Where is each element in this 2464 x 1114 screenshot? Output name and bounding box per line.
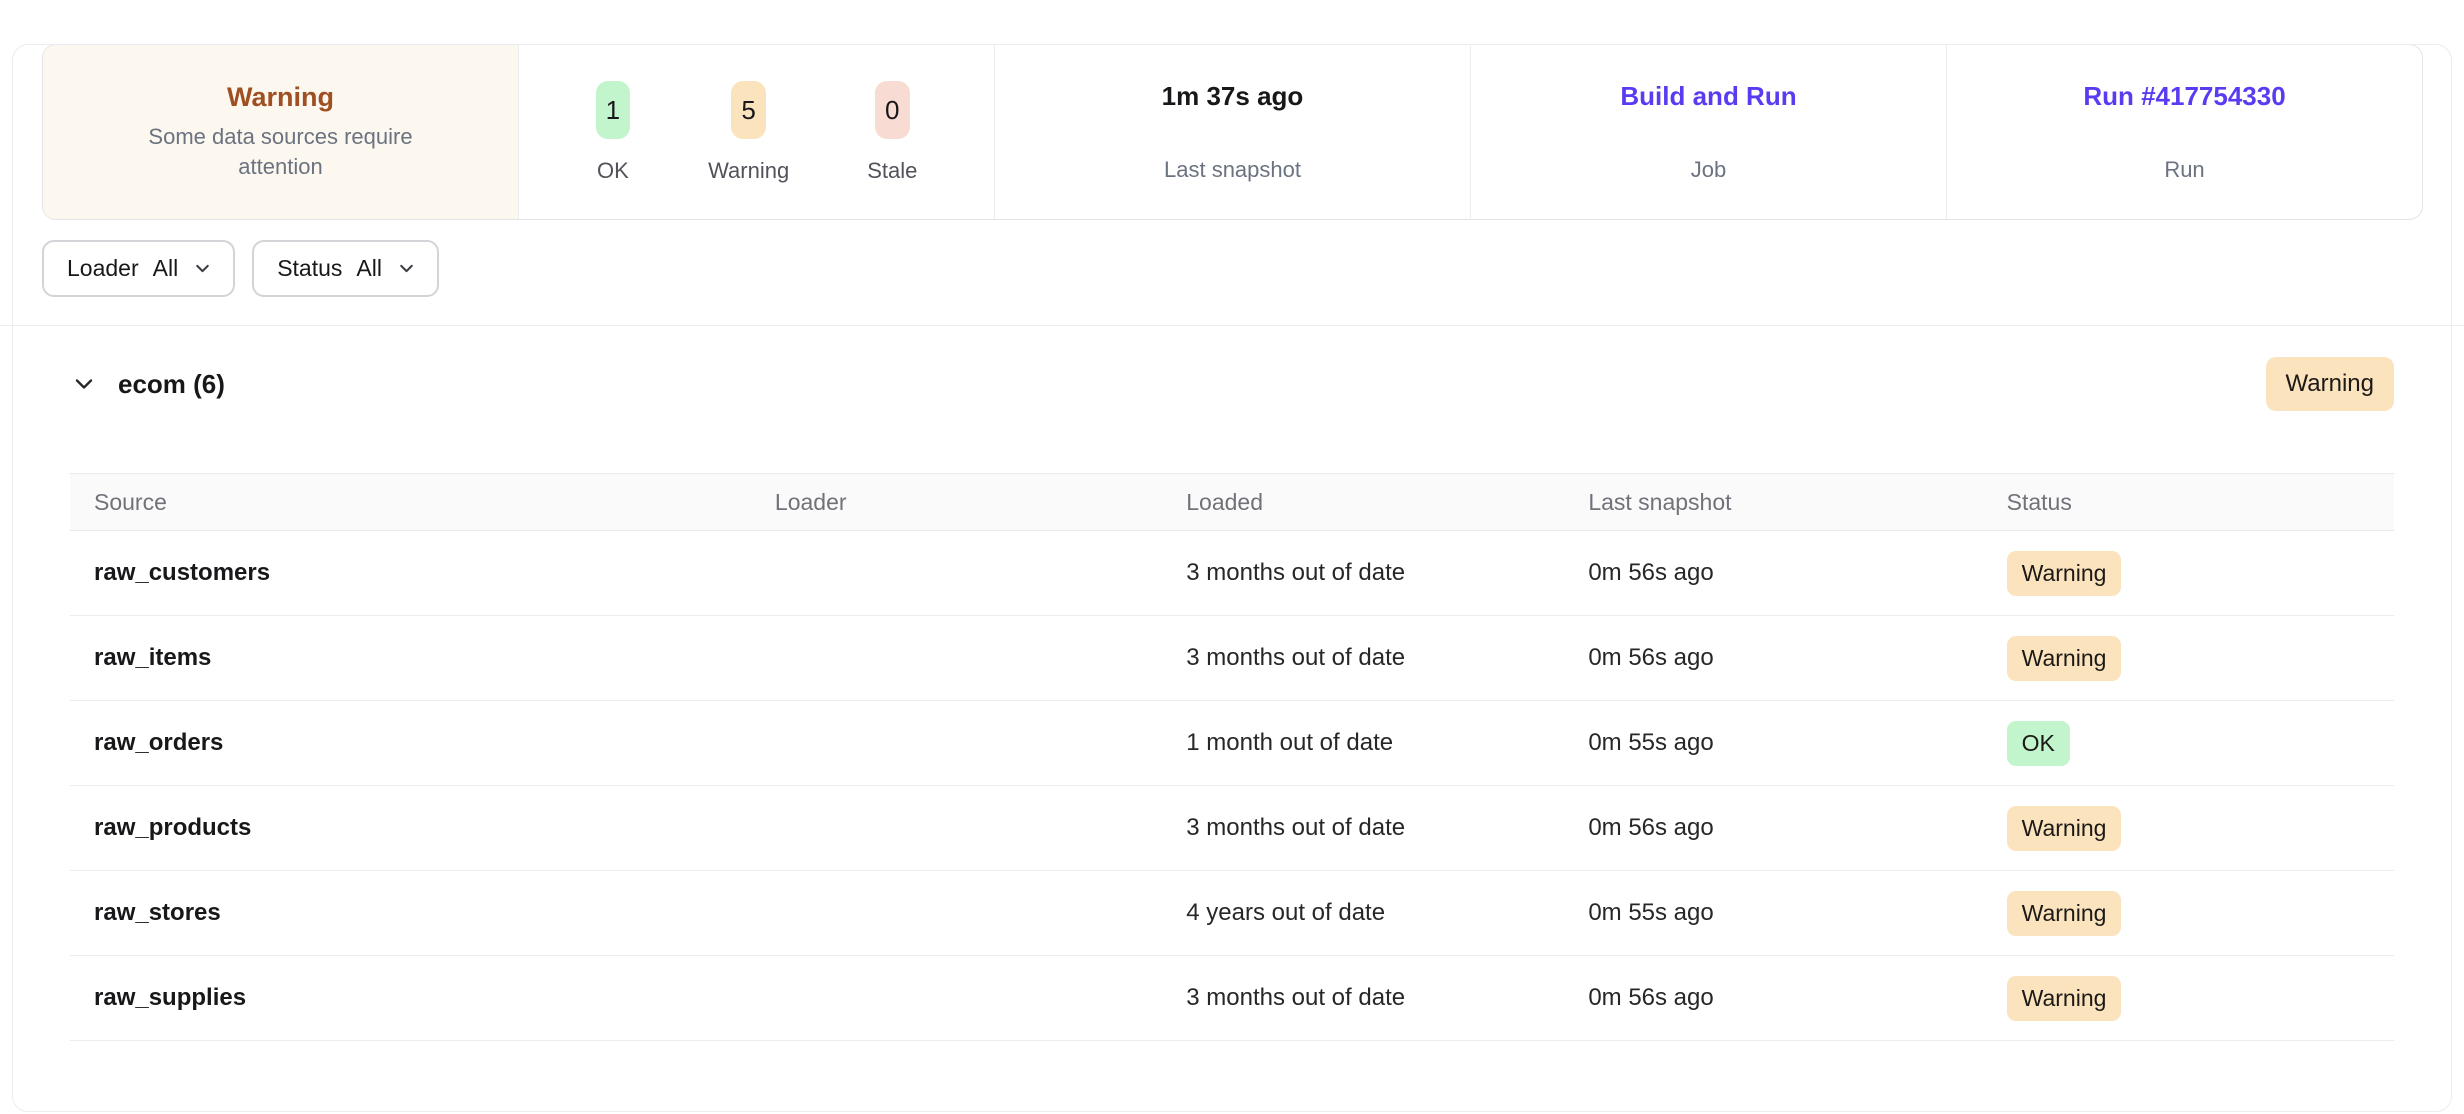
status-cell: Warning <box>1983 531 2394 616</box>
stat-warning-count-badge: 5 <box>731 81 765 139</box>
status-cell: Warning <box>1983 956 2394 1041</box>
filter-bar: Loader All Status All <box>42 240 2422 297</box>
status-cell: Warning <box>1983 786 2394 871</box>
source-name: raw_supplies <box>70 956 751 1041</box>
table-row[interactable]: raw_customers 3 months out of date 0m 56… <box>70 531 2394 616</box>
run-link[interactable]: Run #417754330 <box>2083 81 2285 112</box>
loader-value <box>751 701 1162 786</box>
table-row[interactable]: raw_stores 4 years out of date 0m 55s ag… <box>70 871 2394 956</box>
last-snapshot-card: 1m 37s ago Last snapshot <box>994 45 1470 219</box>
chevron-down-icon <box>192 258 213 279</box>
loader-value <box>751 871 1162 956</box>
source-name: raw_items <box>70 616 751 701</box>
loader-filter-value: All <box>153 255 179 282</box>
last-snapshot-value: 0m 56s ago <box>1564 616 1982 701</box>
status-counts-card: 1 OK 5 Warning 0 Stale <box>518 45 994 219</box>
source-name: raw_products <box>70 786 751 871</box>
run-label: Run <box>2164 157 2204 183</box>
loader-value <box>751 956 1162 1041</box>
stat-ok-label: OK <box>597 158 629 184</box>
status-badge: Warning <box>2007 891 2122 936</box>
summary-card-strip: Warning Some data sources require attent… <box>42 44 2423 220</box>
stat-ok: 1 OK <box>596 81 630 184</box>
chevron-down-icon[interactable] <box>70 370 98 398</box>
column-header-loaded: Loaded <box>1162 474 1564 531</box>
source-name: raw_stores <box>70 871 751 956</box>
status-cell: OK <box>1983 701 2394 786</box>
sources-table: Source Loader Loaded Last snapshot Statu… <box>70 473 2394 1041</box>
table-row[interactable]: raw_products 3 months out of date 0m 56s… <box>70 786 2394 871</box>
stat-warning: 5 Warning <box>708 81 789 184</box>
last-snapshot-value: 0m 56s ago <box>1564 956 1982 1041</box>
stat-warning-label: Warning <box>708 158 789 184</box>
section-divider <box>0 325 2464 326</box>
status-badge: OK <box>2007 721 2070 766</box>
table-row[interactable]: raw_items 3 months out of date 0m 56s ag… <box>70 616 2394 701</box>
chevron-down-icon <box>396 258 417 279</box>
last-snapshot-label: Last snapshot <box>1164 157 1301 183</box>
stat-stale-label: Stale <box>867 158 917 184</box>
group-status-badge: Warning <box>2266 357 2394 411</box>
run-card: Run #417754330 Run <box>1946 45 2422 219</box>
status-badge: Warning <box>2007 976 2122 1021</box>
last-snapshot-value: 0m 56s ago <box>1564 531 1982 616</box>
status-filter-value: All <box>356 255 382 282</box>
loaded-value: 3 months out of date <box>1162 786 1564 871</box>
loader-value <box>751 616 1162 701</box>
stat-stale-count-badge: 0 <box>875 81 909 139</box>
job-link[interactable]: Build and Run <box>1620 81 1796 112</box>
overall-status-title: Warning <box>227 82 334 113</box>
last-snapshot-value: 1m 37s ago <box>1162 81 1304 112</box>
loader-value <box>751 531 1162 616</box>
column-header-loader: Loader <box>751 474 1162 531</box>
last-snapshot-value: 0m 55s ago <box>1564 871 1982 956</box>
status-filter-label: Status <box>277 255 342 282</box>
last-snapshot-value: 0m 55s ago <box>1564 701 1982 786</box>
status-cell: Warning <box>1983 616 2394 701</box>
status-cell: Warning <box>1983 871 2394 956</box>
stat-ok-count-badge: 1 <box>596 81 630 139</box>
loaded-value: 4 years out of date <box>1162 871 1564 956</box>
source-name: raw_orders <box>70 701 751 786</box>
stat-stale: 0 Stale <box>867 81 917 184</box>
group-header-ecom[interactable]: ecom (6) Warning <box>70 357 2394 411</box>
source-name: raw_customers <box>70 531 751 616</box>
loaded-value: 3 months out of date <box>1162 956 1564 1041</box>
loaded-value: 3 months out of date <box>1162 616 1564 701</box>
column-header-status: Status <box>1983 474 2394 531</box>
loaded-value: 3 months out of date <box>1162 531 1564 616</box>
column-header-last-snapshot: Last snapshot <box>1564 474 1982 531</box>
group-title: ecom (6) <box>118 369 225 400</box>
table-row[interactable]: raw_supplies 3 months out of date 0m 56s… <box>70 956 2394 1041</box>
loader-filter-dropdown[interactable]: Loader All <box>42 240 235 297</box>
status-badge: Warning <box>2007 551 2122 596</box>
job-card: Build and Run Job <box>1470 45 1946 219</box>
status-badge: Warning <box>2007 806 2122 851</box>
loader-value <box>751 786 1162 871</box>
table-row[interactable]: raw_orders 1 month out of date 0m 55s ag… <box>70 701 2394 786</box>
column-header-source: Source <box>70 474 751 531</box>
overall-status-subtitle: Some data sources require attention <box>131 122 431 182</box>
job-label: Job <box>1691 157 1726 183</box>
status-filter-dropdown[interactable]: Status All <box>252 240 439 297</box>
loader-filter-label: Loader <box>67 255 139 282</box>
status-badge: Warning <box>2007 636 2122 681</box>
table-header-row: Source Loader Loaded Last snapshot Statu… <box>70 474 2394 531</box>
overall-status-card: Warning Some data sources require attent… <box>43 45 518 219</box>
loaded-value: 1 month out of date <box>1162 701 1564 786</box>
last-snapshot-value: 0m 56s ago <box>1564 786 1982 871</box>
